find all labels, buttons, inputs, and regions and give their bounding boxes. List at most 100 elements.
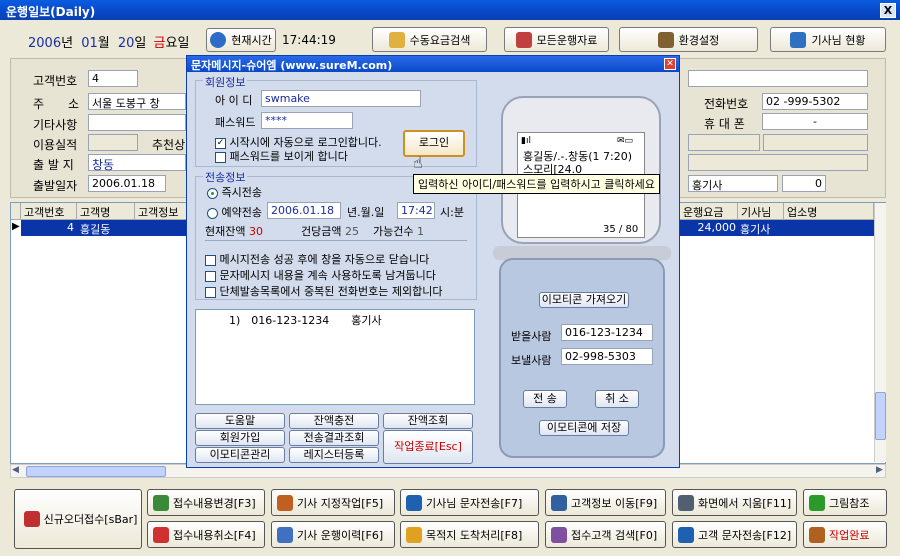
- password-input[interactable]: ****: [261, 112, 353, 129]
- balance-value: 30: [248, 225, 263, 238]
- current-time-button[interactable]: 현재시간: [206, 28, 276, 52]
- manual-fare-search-button[interactable]: 수동요금검색: [372, 27, 487, 52]
- all-trips-data-button[interactable]: 모든운행자료: [504, 27, 609, 52]
- close-icon[interactable]: ✕: [664, 58, 676, 70]
- window-title: 운행일보(Daily): [6, 5, 96, 19]
- date-display: 2006년 01월 20일 금요일: [28, 32, 189, 51]
- cancel-button[interactable]: 취 소: [595, 390, 639, 408]
- grid-header-fare[interactable]: 운행요금: [680, 203, 738, 220]
- grid-header-customer-name[interactable]: 고객명: [77, 203, 135, 220]
- show-password-checkbox[interactable]: 패스워드를 보이게 합니다: [215, 148, 348, 164]
- registry-button[interactable]: 레지스터등록: [289, 447, 379, 463]
- tree-icon: [809, 494, 825, 511]
- cancel-order-button[interactable]: 접수내용취소[F4]: [147, 521, 265, 548]
- join-button[interactable]: 회원가입: [195, 430, 285, 446]
- grid-header-customer-info[interactable]: 고객정보: [135, 203, 187, 220]
- balance-label: 현재잔액: [205, 225, 246, 238]
- recipient-input[interactable]: 016-123-1234: [561, 324, 653, 341]
- member-info-section: 회원정보: [203, 74, 248, 90]
- arrival-button[interactable]: 목적지 도착처리[F8]: [400, 521, 539, 548]
- address-field[interactable]: 서울 도봉구 창: [88, 93, 186, 110]
- id-input[interactable]: swmake: [261, 90, 421, 107]
- scroll-left-icon[interactable]: ◀: [12, 465, 19, 475]
- window-titlebar: 운행일보(Daily): [0, 0, 900, 20]
- clear-icon: [678, 494, 694, 511]
- scroll-right-icon[interactable]: ▶: [876, 465, 883, 475]
- day-value: 20: [117, 36, 135, 51]
- reserve-send-radio[interactable]: 예약전송: [207, 204, 262, 220]
- mobile-label: 휴 대 폰: [704, 117, 745, 131]
- right-field-1[interactable]: [688, 70, 868, 87]
- settings-button[interactable]: 환경설정: [619, 27, 758, 52]
- driver-status-button[interactable]: 기사님 현황: [770, 27, 886, 52]
- reserve-date-input[interactable]: 2006.01.18: [267, 202, 341, 219]
- misc-field[interactable]: [88, 114, 186, 131]
- reserve-time-input[interactable]: 17:42: [397, 202, 435, 219]
- weekday-value: 금: [153, 36, 166, 51]
- sms-icon: [406, 494, 422, 511]
- balance-check-button[interactable]: 잔액조회: [383, 413, 473, 429]
- keep-message-label: 문자메시지 내용을 계속 사용하도록 남겨둡니다: [219, 269, 436, 282]
- depart-date-field[interactable]: 2006.01.18: [88, 175, 166, 192]
- emoticon-get-button[interactable]: 이모티콘 가져오기: [539, 292, 629, 308]
- customer-sms-button[interactable]: 고객 문자전송[F12]: [672, 521, 797, 548]
- picture-ref-button[interactable]: 그림참조: [803, 489, 887, 516]
- edit-icon: [153, 494, 169, 511]
- unit-price-display: 건당금액 25: [301, 223, 359, 239]
- help-button[interactable]: 도움말: [195, 413, 285, 429]
- driver-sms-button[interactable]: 기사님 문자전송[F7]: [400, 489, 539, 516]
- usage-history-label: 이용실적: [33, 138, 78, 152]
- sms-dialog-titlebar: 문자메시지-슈어엠 (www.sureM.com): [187, 56, 679, 72]
- vertical-scroll-thumb[interactable]: [875, 392, 886, 440]
- move-customer-button[interactable]: 고객정보 이동[F9]: [545, 489, 666, 516]
- send-button[interactable]: 전 송: [523, 390, 567, 408]
- clear-screen-button[interactable]: 화면에서 지움[F11]: [672, 489, 797, 516]
- driver-history-button[interactable]: 기사 운행이력[F6]: [271, 521, 395, 548]
- send-result-button[interactable]: 전송결과조회: [289, 430, 379, 446]
- emoticon-manage-button[interactable]: 이모티콘관리: [195, 447, 285, 463]
- grid-header-business[interactable]: 업소명: [784, 203, 874, 220]
- horizontal-scroll-thumb[interactable]: [26, 466, 166, 477]
- customer-sms-label: 고객 문자전송[F12]: [698, 528, 792, 542]
- usage-history-field: [88, 134, 138, 151]
- customer-no-field[interactable]: 4: [88, 70, 138, 87]
- edit-order-button[interactable]: 접수내용변경[F3]: [147, 489, 265, 516]
- finish-work-button[interactable]: 작업완료: [803, 521, 887, 548]
- right-field-2: [688, 134, 760, 151]
- emoticon-save-button[interactable]: 이모티콘에 저장: [539, 420, 629, 436]
- move-customer-label: 고객정보 이동[F9]: [571, 496, 658, 510]
- ymd-label: 년.월.일: [347, 206, 385, 219]
- grid-header-customer-no[interactable]: 고객번호: [21, 203, 77, 220]
- depart-date-label: 출발일자: [33, 179, 78, 193]
- origin-field[interactable]: 창동: [88, 154, 186, 172]
- checkbox-icon: [205, 270, 216, 282]
- new-order-button[interactable]: 신규오더접수[sBar]: [14, 489, 142, 549]
- window-close-button[interactable]: X: [880, 3, 896, 18]
- charge-button[interactable]: 잔액충전: [289, 413, 379, 429]
- quit-button[interactable]: 작업종료[Esc]: [383, 430, 473, 464]
- driver-status-label: 기사님 현황: [811, 33, 866, 47]
- phone-field[interactable]: 02 -999-5302: [762, 93, 868, 110]
- exclude-duplicate-checkbox[interactable]: 단체발송목록에서 중복된 전화번호는 제외합니다: [205, 283, 443, 299]
- assign-driver-button[interactable]: 기사 지정작업[F5]: [271, 489, 395, 516]
- signal-icon: ▮ıl: [521, 136, 531, 146]
- customer-search-button[interactable]: 접수고객 검색[F0]: [545, 521, 666, 548]
- mobile-field[interactable]: -: [762, 113, 868, 130]
- cancel-order-label: 접수내용취소[F4]: [173, 528, 256, 542]
- right-field-4: [688, 154, 868, 171]
- list-item[interactable]: 1) 016-123-1234 홍기사: [229, 312, 382, 328]
- keep-message-checkbox[interactable]: 문자메시지 내용을 계속 사용하도록 남겨둡니다: [205, 267, 436, 283]
- door-icon: [809, 526, 825, 543]
- auto-close-checkbox[interactable]: 메시지전송 성공 후에 창을 자동으로 닫습니다: [205, 251, 429, 267]
- driver-field[interactable]: 홍기사: [688, 175, 778, 192]
- arrival-label: 목적지 도착처리[F8]: [426, 528, 523, 542]
- available-count-value: 1: [416, 225, 424, 238]
- grid-header-driver[interactable]: 기사님: [738, 203, 784, 220]
- instant-send-radio[interactable]: 즉시전송: [207, 184, 262, 200]
- count-field[interactable]: 0: [782, 175, 826, 192]
- sender-input[interactable]: 02-998-5303: [561, 348, 653, 365]
- clear-screen-label: 화면에서 지움[F11]: [698, 496, 792, 510]
- available-count-display: 가능건수 1: [373, 223, 424, 239]
- row-customer-no: 4: [67, 221, 74, 234]
- driver-sms-label: 기사님 문자전송[F7]: [426, 496, 523, 510]
